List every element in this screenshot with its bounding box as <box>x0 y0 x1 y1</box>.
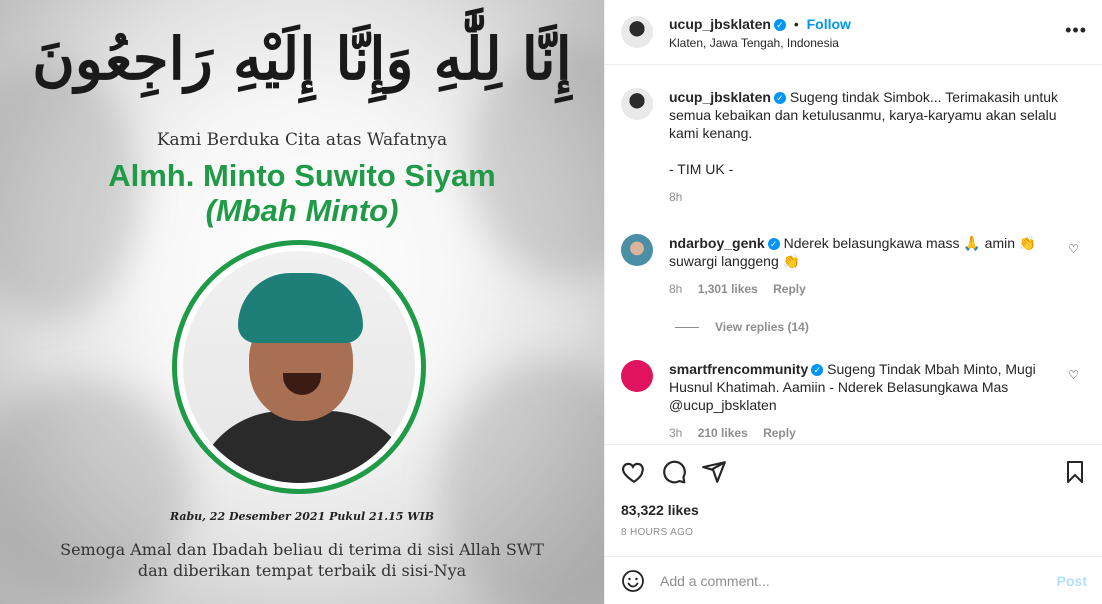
comment-meta: 8h 1,301 likes Reply <box>669 282 1091 296</box>
prayer-line-1: Semoga Amal dan Ibadah beliau di terima … <box>60 540 544 559</box>
save-bookmark-icon[interactable] <box>1063 459 1087 485</box>
verified-badge-icon: ✓ <box>773 19 786 31</box>
comment-time[interactable]: 8h <box>669 282 682 296</box>
more-options-icon[interactable]: ••• <box>1065 20 1087 41</box>
portrait-headscarf <box>238 273 363 343</box>
comment-likes[interactable]: 1,301 likes <box>698 282 758 296</box>
post-location[interactable]: Klaten, Jawa Tengah, Indonesia <box>669 36 839 50</box>
post-actions: 83,322 likes 8 HOURS AGO <box>605 444 1102 554</box>
commenter-avatar[interactable] <box>621 360 653 392</box>
deceased-name: Almh. Minto Suwito Siyam <box>108 158 496 193</box>
portrait-shirt <box>193 411 415 483</box>
commenter-username[interactable]: ndarboy_genk <box>669 235 765 251</box>
comment-bubble-icon[interactable] <box>661 459 687 485</box>
reply-button[interactable]: Reply <box>773 282 806 296</box>
caption: ucup_jbsklaten ✓ Sugeng tindak Simbok... … <box>621 88 1091 204</box>
view-replies-button[interactable]: View replies (14) <box>675 320 809 334</box>
deceased-nickname: (Mbah Minto) <box>205 193 399 228</box>
caption-avatar[interactable] <box>621 88 653 120</box>
portrait-frame <box>172 240 426 494</box>
caption-time[interactable]: 8h <box>669 190 682 204</box>
post-panel: ucup_jbsklaten ✓ • Follow Klaten, Jawa Te… <box>604 0 1102 604</box>
like-heart-icon[interactable] <box>621 459 647 485</box>
prayer-text: Semoga Amal dan Ibadah beliau di terima … <box>0 539 604 581</box>
post-image[interactable]: إِنَّا لِلَّٰهِ وَإِنَّا إِلَيْهِ رَاجِع… <box>0 0 604 604</box>
like-comment-icon[interactable]: ♡ <box>1068 368 1079 382</box>
post-comment-button[interactable]: Post <box>1057 573 1087 589</box>
verified-badge-icon: ✓ <box>767 238 780 250</box>
comment-time[interactable]: 3h <box>669 426 682 440</box>
caption-signature: - TIM UK - <box>669 161 734 177</box>
prayer-line-2: dan diberikan tempat terbaik di sisi-Nya <box>137 561 467 580</box>
separator-dot: • <box>793 16 799 32</box>
view-replies-label: View replies (14) <box>715 320 809 334</box>
commenter-avatar[interactable] <box>621 234 653 266</box>
like-count[interactable]: 83,322 likes <box>621 502 699 518</box>
comments-list[interactable]: ucup_jbsklaten ✓ Sugeng tindak Simbok... … <box>605 66 1102 444</box>
caption-body: ucup_jbsklaten ✓ Sugeng tindak Simbok... … <box>669 88 1069 178</box>
follow-button[interactable]: Follow <box>807 16 851 32</box>
author-info: ucup_jbsklaten ✓ • Follow <box>669 16 851 32</box>
add-comment-bar: Post <box>605 556 1102 604</box>
verified-badge-icon: ✓ <box>811 364 824 376</box>
comment-body: smartfrencommunity ✓ Sugeng Tindak Mbah M… <box>669 360 1069 414</box>
caption-username[interactable]: ucup_jbsklaten <box>669 89 771 105</box>
author-username[interactable]: ucup_jbsklaten <box>669 16 771 32</box>
reply-button[interactable]: Reply <box>763 426 796 440</box>
post-header: ucup_jbsklaten ✓ • Follow Klaten, Jawa Te… <box>605 0 1102 65</box>
condolence-subtitle: Kami Berduka Cita atas Wafatnya <box>156 130 448 150</box>
share-send-icon[interactable] <box>701 459 727 485</box>
caption-meta: 8h <box>669 190 1091 204</box>
author-avatar[interactable] <box>621 16 653 48</box>
like-comment-icon[interactable]: ♡ <box>1068 242 1079 256</box>
comment-item: ndarboy_genk ✓ Nderek belasungkawa mass 🙏… <box>621 234 1091 296</box>
arabic-calligraphy: إِنَّا لِلَّٰهِ وَإِنَّا إِلَيْهِ رَاجِع… <box>32 25 572 93</box>
comment-likes[interactable]: 210 likes <box>698 426 748 440</box>
verified-badge-icon: ✓ <box>773 92 786 104</box>
emoji-icon[interactable] <box>621 569 645 593</box>
portrait-photo <box>183 251 415 483</box>
death-date: Rabu, 22 Desember 2021 Pukul 21.15 WIB <box>169 510 435 523</box>
commenter-username[interactable]: smartfrencommunity <box>669 361 808 377</box>
post-time[interactable]: 8 HOURS AGO <box>621 527 693 538</box>
comment-input[interactable] <box>660 569 1030 593</box>
comment-body: ndarboy_genk ✓ Nderek belasungkawa mass 🙏… <box>669 234 1069 270</box>
comment-meta: 3h 210 likes Reply <box>669 426 1091 440</box>
replies-divider <box>675 327 699 329</box>
comment-item: smartfrencommunity ✓ Sugeng Tindak Mbah M… <box>621 360 1091 440</box>
